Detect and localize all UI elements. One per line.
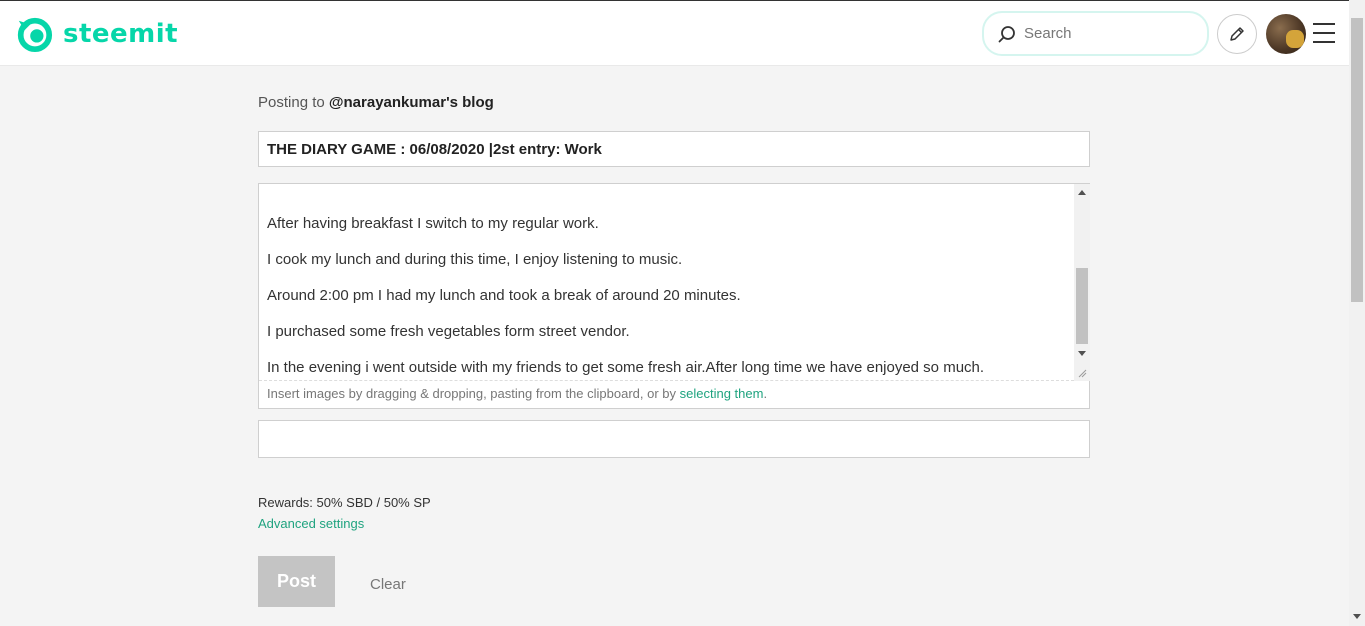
brand-name: steemit	[63, 19, 179, 49]
steemit-logo[interactable]: steemit	[15, 15, 178, 53]
hint-text: Insert images by dragging & dropping, pa…	[267, 386, 680, 401]
resize-grip-icon[interactable]	[1077, 368, 1087, 378]
editor-scrollbar[interactable]	[1074, 184, 1090, 381]
hint-suffix: .	[763, 386, 768, 401]
menu-line	[1313, 32, 1335, 34]
body-line: After having breakfast I switch to my re…	[267, 215, 599, 232]
page-scroll-down-arrow[interactable]	[1353, 614, 1361, 619]
post-body-textarea[interactable]: After having breakfast I switch to my re…	[259, 184, 1074, 381]
steemit-logo-icon	[17, 17, 53, 53]
search-input[interactable]	[1024, 25, 1194, 42]
body-line: Around 2:00 pm I had my lunch and took a…	[267, 287, 741, 304]
body-line: In the evening i went outside with my fr…	[267, 359, 985, 376]
body-line: I cook my lunch and during this time, I …	[267, 251, 683, 268]
clear-button[interactable]: Clear	[370, 576, 406, 593]
submit-story-button[interactable]	[1217, 14, 1257, 54]
avatar-image-highlight	[1286, 30, 1304, 48]
page-scrollbar[interactable]	[1349, 0, 1365, 626]
user-avatar[interactable]	[1266, 14, 1306, 54]
posting-to-prefix: Posting to	[258, 94, 325, 111]
search-icon	[998, 25, 1015, 42]
post-body-editor[interactable]: After having breakfast I switch to my re…	[258, 183, 1090, 409]
pencil-icon	[1230, 27, 1244, 41]
menu-line	[1313, 41, 1335, 43]
search-box[interactable]	[982, 11, 1209, 56]
posting-to-blog: @narayankumar's blog	[328, 94, 494, 111]
menu-line	[1313, 23, 1335, 25]
select-images-link[interactable]: selecting them	[680, 386, 764, 401]
posting-to-line: Posting to @narayankumar's blog	[258, 94, 494, 111]
rewards-setting: Rewards: 50% SBD / 50% SP	[258, 495, 431, 510]
editor-scroll-up-arrow[interactable]	[1078, 190, 1086, 195]
editor-scroll-down-arrow[interactable]	[1078, 351, 1086, 356]
top-navigation-bar: steemit	[0, 0, 1349, 66]
post-title-input[interactable]	[258, 131, 1090, 167]
advanced-settings-link[interactable]: Advanced settings	[258, 516, 364, 531]
page-scrollbar-thumb[interactable]	[1351, 18, 1363, 302]
hamburger-menu-icon[interactable]	[1313, 23, 1335, 43]
image-upload-hint: Insert images by dragging & dropping, pa…	[267, 386, 767, 401]
post-button[interactable]: Post	[258, 556, 335, 607]
editor-scrollbar-thumb[interactable]	[1076, 268, 1088, 344]
tags-input[interactable]	[258, 420, 1090, 458]
body-line: I purchased some fresh vegetables form s…	[267, 323, 630, 340]
